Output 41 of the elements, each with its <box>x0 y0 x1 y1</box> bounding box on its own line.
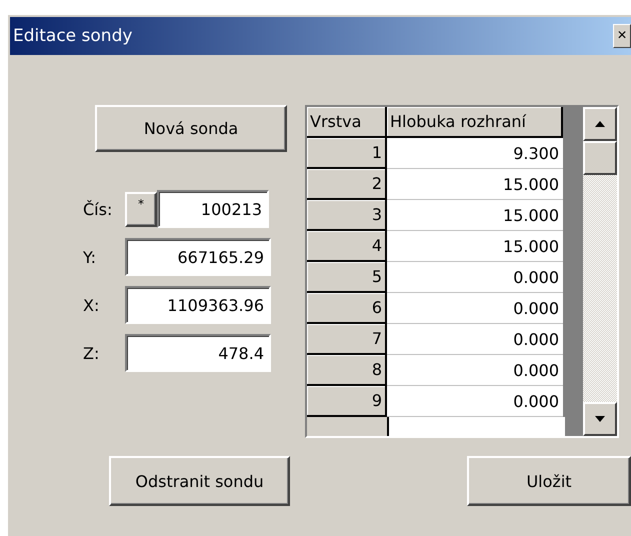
input-field[interactable]: 478.4 <box>125 334 271 372</box>
input-field[interactable]: 1109363.96 <box>125 286 271 324</box>
row-header: 2 <box>307 169 387 200</box>
table-cell[interactable]: 0.000 <box>387 293 563 324</box>
up-arrow-icon <box>595 121 605 127</box>
scroll-up-button[interactable] <box>583 107 617 141</box>
remove-probe-button[interactable]: Odstranit sondu <box>109 456 290 506</box>
field-label: Y: <box>82 248 98 266</box>
table-cell[interactable]: 9.300 <box>387 138 563 169</box>
row-header: 6 <box>307 293 387 324</box>
row-header: 7 <box>307 324 387 355</box>
asterisk-button[interactable]: * <box>125 192 157 226</box>
scroll-down-button[interactable] <box>583 402 617 436</box>
row-header: 8 <box>307 355 387 386</box>
window-title: Editace sondy <box>12 26 132 46</box>
new-probe-button[interactable]: Nová sonda <box>95 105 287 152</box>
table-cell[interactable]: 0.000 <box>387 386 563 417</box>
scroll-thumb[interactable] <box>583 141 617 175</box>
table-cell[interactable]: 0.000 <box>387 324 563 355</box>
input-field[interactable]: 100213 <box>157 190 269 228</box>
row-header: 5 <box>307 262 387 293</box>
input-field[interactable]: 667165.29 <box>125 238 271 276</box>
row-header: 9 <box>307 386 387 417</box>
close-button[interactable]: × <box>613 24 631 48</box>
scrollbar[interactable] <box>583 107 617 436</box>
field-label: Čís: <box>82 200 114 218</box>
column-header: Vrstva <box>307 107 387 138</box>
table-cell[interactable] <box>389 417 565 436</box>
save-button[interactable]: Uložit <box>467 456 631 506</box>
field-label: X: <box>82 296 100 314</box>
row-header: 3 <box>307 200 387 231</box>
table-cell[interactable]: 0.000 <box>387 355 563 386</box>
row-header: 1 <box>307 138 387 169</box>
table-cell[interactable]: 0.000 <box>387 262 563 293</box>
table-cell[interactable]: 15.000 <box>387 231 563 262</box>
table-cell[interactable]: 15.000 <box>387 200 563 231</box>
row-header: 4 <box>307 231 387 262</box>
column-header: Hlobuka rozhraní <box>387 107 563 138</box>
down-arrow-icon <box>595 416 605 422</box>
table-cell[interactable]: 15.000 <box>387 169 563 200</box>
field-label: Z: <box>82 344 100 362</box>
